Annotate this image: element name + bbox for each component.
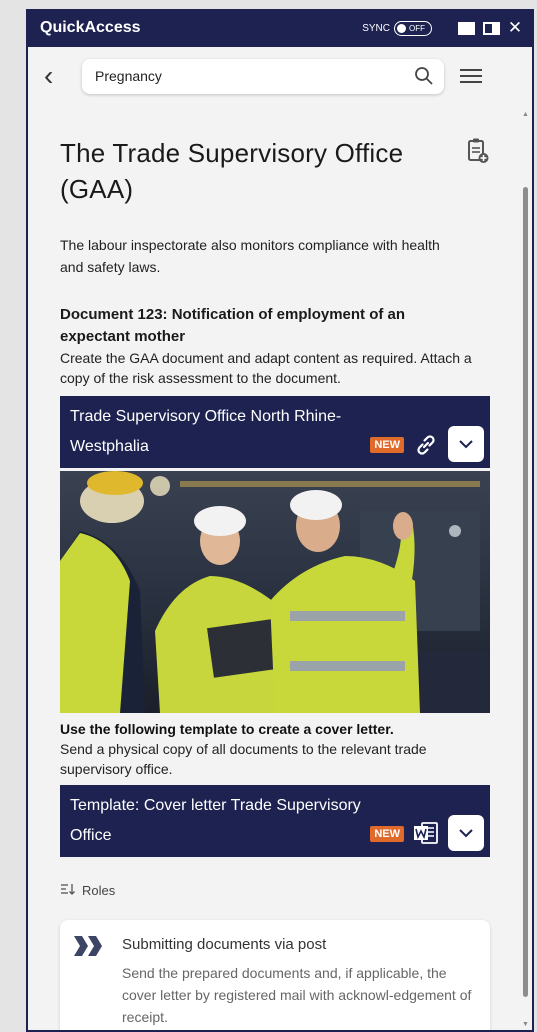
template-card-title: Template: Cover letter Trade Supervisory… (70, 797, 361, 844)
app-window: QuickAccess SYNC OFF ✕ ‹ The Trade Super… (26, 9, 534, 1032)
expand-button[interactable] (448, 815, 484, 851)
page-title: The Trade Supervisory Office (GAA) (60, 138, 404, 204)
clipboard-add-icon[interactable] (466, 137, 490, 165)
search-box (82, 58, 444, 94)
split-view-button[interactable] (483, 21, 500, 35)
intro-text: The labour inspectorate also monitors co… (60, 237, 440, 275)
info-text: Send the prepared documents and, if appl… (122, 965, 472, 1025)
link-icon[interactable] (412, 431, 440, 459)
workers-photo (60, 471, 490, 713)
menu-icon[interactable] (460, 65, 482, 87)
sort-icon (60, 883, 76, 898)
toggle-knob (397, 23, 406, 33)
scroll-down-icon[interactable]: ▼ (522, 1021, 529, 1028)
template-card[interactable]: Template: Cover letter Trade Supervisory… (60, 785, 490, 857)
document-title: Document 123: Notification of employment… (60, 306, 406, 345)
scrollbar-thumb[interactable] (523, 187, 528, 997)
document-text: Create the GAA document and adapt conten… (60, 350, 472, 386)
back-icon[interactable]: ‹ (44, 62, 68, 90)
sync-state: OFF (409, 23, 425, 33)
office-card[interactable]: Trade Supervisory Office North Rhine-Wes… (60, 396, 490, 468)
scrollbar[interactable]: ▲ ▼ (520, 105, 530, 1030)
template-instruction-bold: Use the following template to create a c… (60, 721, 394, 737)
maximize-button[interactable] (458, 21, 475, 35)
word-document-icon[interactable] (412, 819, 440, 847)
chevron-down-icon (459, 829, 473, 838)
info-body: Submitting documents via post Send the p… (122, 934, 476, 1028)
search-input[interactable] (95, 68, 414, 84)
office-card-title: Trade Supervisory Office North Rhine-Wes… (70, 408, 342, 455)
heading-row: The Trade Supervisory Office (GAA) (60, 135, 490, 207)
scroll-up-icon[interactable]: ▲ (522, 111, 529, 118)
new-badge: NEW (370, 826, 404, 842)
main-content: The Trade Supervisory Office (GAA) The l… (28, 105, 518, 1030)
info-card: Submitting documents via post Send the p… (60, 920, 490, 1030)
quote-icon (74, 936, 108, 1028)
sync-label: SYNC (362, 22, 390, 34)
roles-toggle[interactable]: Roles (60, 883, 518, 898)
expand-button[interactable] (448, 426, 484, 462)
chevron-down-icon (459, 440, 473, 449)
roles-label: Roles (82, 883, 116, 898)
template-instruction-text: Send a physical copy of all documents to… (60, 741, 427, 777)
search-icon[interactable] (414, 66, 434, 86)
sync-toggle[interactable]: OFF (394, 20, 432, 36)
app-title: QuickAccess (40, 19, 141, 36)
top-bar: ‹ (28, 47, 532, 105)
title-bar: QuickAccess SYNC OFF ✕ (28, 9, 532, 47)
info-title: Submitting documents via post (122, 936, 327, 953)
new-badge: NEW (370, 437, 404, 453)
close-button[interactable]: ✕ (508, 18, 522, 38)
